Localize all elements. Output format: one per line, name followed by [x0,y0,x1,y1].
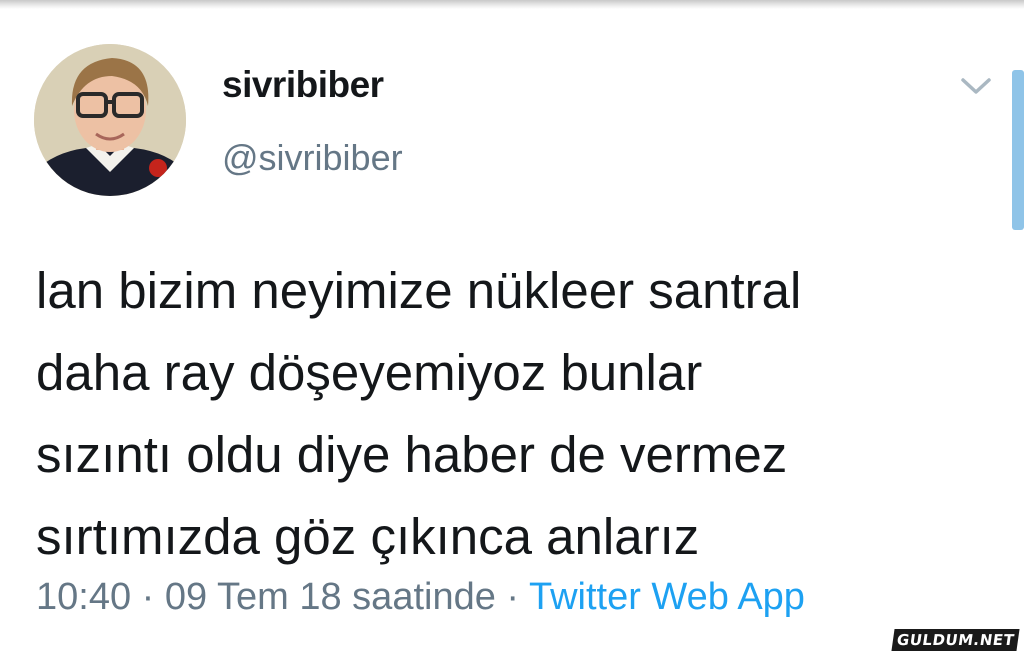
display-name[interactable]: sivribiber [222,64,384,106]
tweet-source-link[interactable]: Twitter Web App [529,576,805,618]
tweet-menu-button[interactable] [958,72,994,100]
tweet-text: lan bizim neyimize nükleer santral daha … [36,250,996,578]
watermark: GULDUM.NET [891,629,1020,651]
tweet-text-line: sızıntı oldu diye haber de vermez [36,426,788,483]
tweet-date[interactable]: 09 Tem 18 saatinde [165,576,496,618]
meta-separator: · [141,576,155,618]
tweet-meta: 10:40 · 09 Tem 18 saatinde · Twitter Web… [36,576,805,619]
tweet-time[interactable]: 10:40 [36,576,131,618]
tweet-text-line: sırtımızda göz çıkınca anlarız [36,508,700,565]
avatar[interactable] [34,44,186,196]
top-border [0,0,1024,9]
tweet-text-line: lan bizim neyimize nükleer santral [36,262,802,319]
user-avatar-icon [34,44,186,196]
scrollbar[interactable] [1012,70,1024,230]
user-handle[interactable]: @sivribiber [222,137,403,179]
tweet-text-line: daha ray döşeyemiyoz bunlar [36,344,703,401]
chevron-down-icon [961,78,991,94]
meta-separator: · [506,576,520,618]
